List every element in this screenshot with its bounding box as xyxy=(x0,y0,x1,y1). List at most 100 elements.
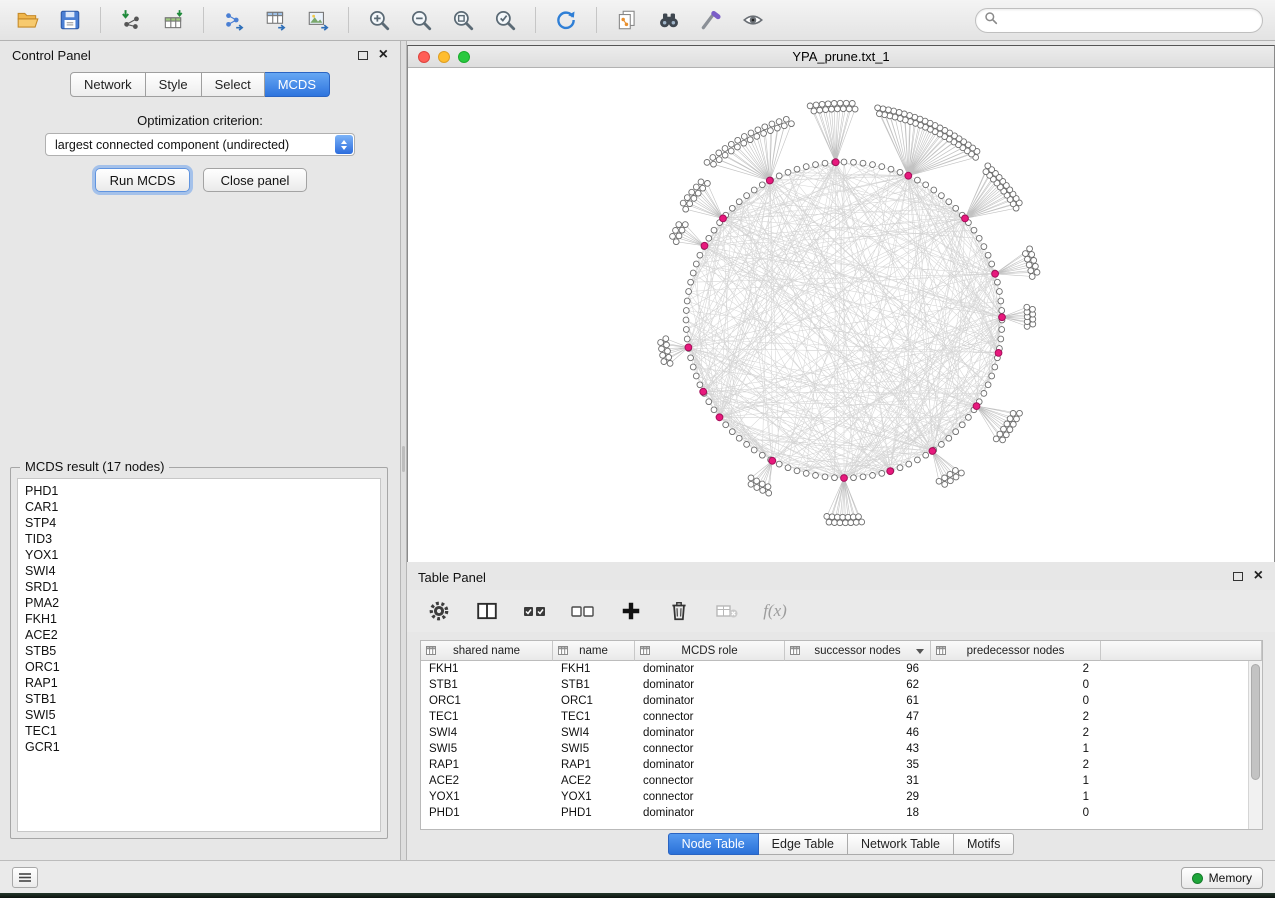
table-row[interactable]: SWI4SWI4dominator462 xyxy=(421,725,1249,741)
mcds-result-item[interactable]: PMA2 xyxy=(25,595,373,611)
status-bar: Memory xyxy=(0,860,1275,893)
style-brush-icon[interactable] xyxy=(695,5,727,35)
column-header-successor-nodes[interactable]: successor nodes xyxy=(785,641,931,661)
apply-layout-icon[interactable] xyxy=(550,5,582,35)
tab-node-table[interactable]: Node Table xyxy=(668,833,759,855)
mcds-result-list[interactable]: PHD1CAR1STP4TID3YOX1SWI4SRD1PMA2FKH1ACE2… xyxy=(17,478,381,832)
zoom-selected-icon[interactable] xyxy=(489,5,521,35)
splitter-handle[interactable] xyxy=(402,446,405,472)
table-grid-icon xyxy=(936,646,946,658)
import-table-icon[interactable] xyxy=(157,5,189,35)
table-grid-icon xyxy=(640,646,650,658)
mcds-result-item[interactable]: RAP1 xyxy=(25,675,373,691)
export-table-icon[interactable] xyxy=(260,5,292,35)
tab-network[interactable]: Network xyxy=(70,72,146,97)
tab-mcds[interactable]: MCDS xyxy=(265,72,330,97)
mcds-result-item[interactable]: STP4 xyxy=(25,515,373,531)
table-header-row: shared namenameMCDS rolesuccessor nodesp… xyxy=(421,641,1262,661)
column-header-name[interactable]: name xyxy=(553,641,635,661)
zoom-out-icon[interactable] xyxy=(405,5,437,35)
show-hide-graphics-icon[interactable] xyxy=(737,5,769,35)
export-image-icon[interactable] xyxy=(302,5,334,35)
criterion-dropdown-value: largest connected component (undirected) xyxy=(55,138,289,152)
application-window: Control Panel × NetworkStyleSelectMCDS O… xyxy=(0,0,1275,893)
search-input[interactable] xyxy=(1003,13,1262,27)
mcds-result-item[interactable]: STB5 xyxy=(25,643,373,659)
close-table-panel-icon[interactable]: × xyxy=(1254,571,1263,581)
show-columns-icon[interactable] xyxy=(475,599,499,623)
network-graph[interactable] xyxy=(408,68,1274,562)
mcds-result-item[interactable]: SRD1 xyxy=(25,579,373,595)
network-canvas[interactable] xyxy=(408,68,1274,562)
tab-edge-table[interactable]: Edge Table xyxy=(759,833,848,855)
network-titlebar: YPA_prune.txt_1 xyxy=(408,46,1274,68)
mcds-result-item[interactable]: ORC1 xyxy=(25,659,373,675)
mcds-result-item[interactable]: PHD1 xyxy=(25,483,373,499)
network-window: YPA_prune.txt_1 xyxy=(407,45,1275,562)
table-row[interactable]: STB1STB1dominator620 xyxy=(421,677,1249,693)
mcds-result-item[interactable]: GCR1 xyxy=(25,739,373,755)
mcds-result-item[interactable]: SWI4 xyxy=(25,563,373,579)
float-table-panel-icon[interactable] xyxy=(1233,572,1243,581)
column-header-shared-name[interactable]: shared name xyxy=(421,641,553,661)
table-grid-icon xyxy=(426,646,436,658)
vertical-splitter[interactable] xyxy=(400,41,407,860)
table-scrollbar[interactable] xyxy=(1248,661,1262,829)
find-icon[interactable] xyxy=(653,5,685,35)
column-header-predecessor-nodes[interactable]: predecessor nodes xyxy=(931,641,1101,661)
table-row[interactable]: ORC1ORC1dominator610 xyxy=(421,693,1249,709)
table-row[interactable]: TEC1TEC1connector472 xyxy=(421,709,1249,725)
tab-style[interactable]: Style xyxy=(146,72,202,97)
memory-label: Memory xyxy=(1209,871,1252,885)
mcds-result-item[interactable]: CAR1 xyxy=(25,499,373,515)
float-panel-icon[interactable] xyxy=(358,51,368,60)
run-mcds-button[interactable]: Run MCDS xyxy=(95,168,190,192)
function-builder-icon: f(x) xyxy=(763,599,787,623)
clone-network-icon[interactable] xyxy=(611,5,643,35)
mcds-result-item[interactable]: ACE2 xyxy=(25,627,373,643)
table-panel-title: Table Panel xyxy=(418,570,486,585)
add-column-icon[interactable] xyxy=(619,599,643,623)
import-network-icon[interactable] xyxy=(115,5,147,35)
save-session-icon[interactable] xyxy=(54,5,86,35)
mcds-result-item[interactable]: SWI5 xyxy=(25,707,373,723)
memory-button[interactable]: Memory xyxy=(1181,867,1263,889)
table-panel: Table Panel × xyxy=(407,565,1275,860)
toolbar-separator xyxy=(535,7,536,33)
tab-select[interactable]: Select xyxy=(202,72,265,97)
close-panel-button[interactable]: Close panel xyxy=(203,168,307,192)
open-session-icon[interactable] xyxy=(12,5,44,35)
scrollbar-thumb[interactable] xyxy=(1251,664,1260,780)
mcds-result-item[interactable]: TID3 xyxy=(25,531,373,547)
control-panel: Control Panel × NetworkStyleSelectMCDS O… xyxy=(0,41,400,860)
deselect-all-icon[interactable] xyxy=(571,599,595,623)
mcds-result-item[interactable]: STB1 xyxy=(25,691,373,707)
table-row[interactable]: FKH1FKH1dominator962 xyxy=(421,661,1249,677)
table-row[interactable]: PHD1PHD1dominator180 xyxy=(421,805,1249,821)
select-all-icon[interactable] xyxy=(523,599,547,623)
export-network-icon[interactable] xyxy=(218,5,250,35)
tab-motifs[interactable]: Motifs xyxy=(954,833,1014,855)
search-icon xyxy=(984,11,998,30)
criterion-dropdown[interactable]: largest connected component (undirected) xyxy=(45,133,355,156)
zoom-fit-icon[interactable] xyxy=(447,5,479,35)
search-field[interactable] xyxy=(975,8,1263,33)
delete-table-icon-disabled xyxy=(715,599,739,623)
task-history-button[interactable] xyxy=(12,867,38,888)
column-header-MCDS-role[interactable]: MCDS role xyxy=(635,641,785,661)
toolbar-separator xyxy=(100,7,101,33)
table-body: FKH1FKH1dominator962STB1STB1dominator620… xyxy=(421,661,1249,821)
table-row[interactable]: SWI5SWI5connector431 xyxy=(421,741,1249,757)
table-settings-gear-icon[interactable] xyxy=(427,599,451,623)
delete-column-icon[interactable] xyxy=(667,599,691,623)
sort-chevron-icon xyxy=(916,649,924,654)
mcds-result-item[interactable]: TEC1 xyxy=(25,723,373,739)
tab-network-table[interactable]: Network Table xyxy=(848,833,954,855)
table-row[interactable]: ACE2ACE2connector311 xyxy=(421,773,1249,789)
mcds-result-item[interactable]: YOX1 xyxy=(25,547,373,563)
table-row[interactable]: RAP1RAP1dominator352 xyxy=(421,757,1249,773)
table-row[interactable]: YOX1YOX1connector291 xyxy=(421,789,1249,805)
mcds-result-item[interactable]: FKH1 xyxy=(25,611,373,627)
close-panel-icon[interactable]: × xyxy=(379,50,388,60)
zoom-in-icon[interactable] xyxy=(363,5,395,35)
